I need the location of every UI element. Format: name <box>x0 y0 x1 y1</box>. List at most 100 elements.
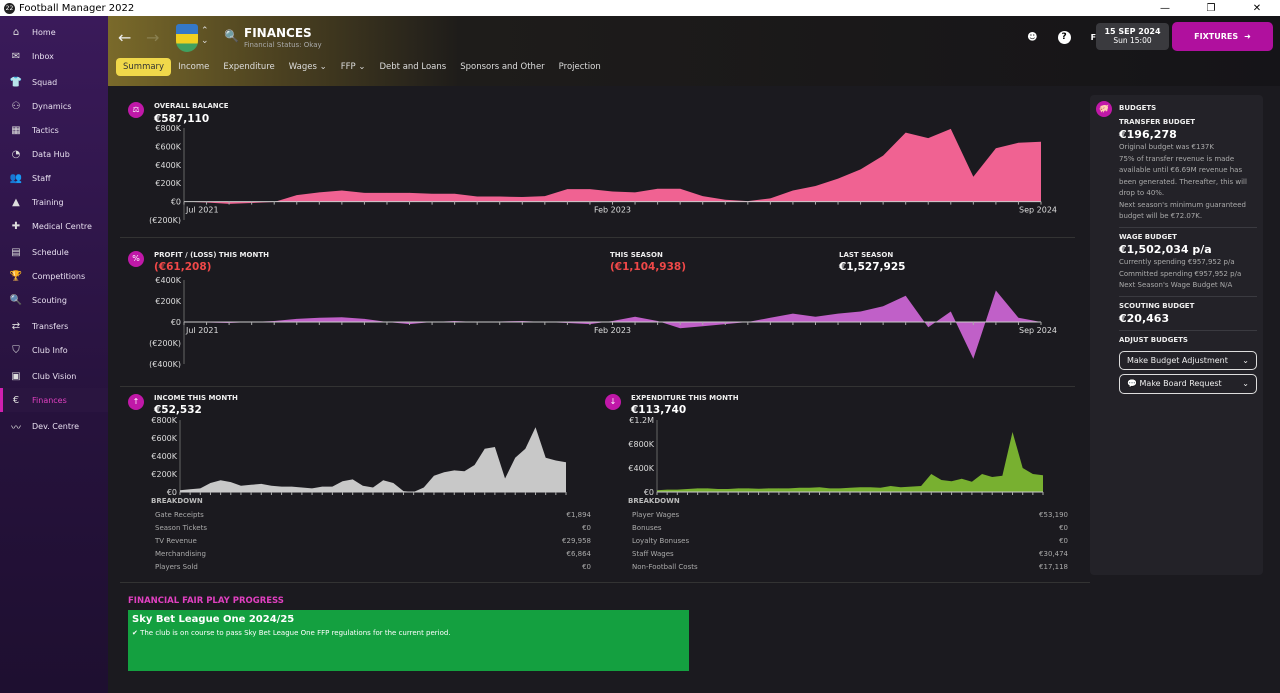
competitions-icon: 🏆 <box>9 270 23 282</box>
button-label: Make Budget Adjustment <box>1127 355 1228 365</box>
sidebar-item-label: Dynamics <box>32 101 72 111</box>
y-tick-label: €0 <box>644 488 654 496</box>
y-tick-label: €0 <box>171 318 181 327</box>
sidebar-item-label: Finances <box>32 395 67 405</box>
sidebar-item-finances[interactable]: € Finances <box>0 388 108 412</box>
sidebar-item-data-hub[interactable]: ◔ Data Hub <box>0 142 108 166</box>
y-tick-label: €1.2M <box>629 416 654 425</box>
sidebar-item-medical-centre[interactable]: ✚ Medical Centre <box>0 214 108 238</box>
breakdown-row: Bonuses €0 <box>628 524 1068 537</box>
last-season-label: LAST SEASON <box>839 251 894 259</box>
breakdown-row: Player Wages €53,190 <box>628 511 1068 524</box>
maximize-button[interactable]: ❐ <box>1188 3 1234 14</box>
sidebar-item-label: Squad <box>32 77 58 87</box>
ffp-competition: Sky Bet League One 2024/25 <box>132 614 295 625</box>
transfer-note: Next season's minimum guaranteed budget … <box>1119 200 1246 221</box>
breakdown-amount: €53,190 <box>1039 511 1068 519</box>
sidebar-item-dev-centre[interactable]: 〰 Dev. Centre <box>0 414 108 438</box>
y-tick-label: €800K <box>628 440 654 449</box>
ffp-title: FINANCIAL FAIR PLAY PROGRESS <box>128 596 284 606</box>
breakdown-item: Loyalty Bonuses <box>632 537 690 545</box>
transfer-budget-value: €196,278 <box>1119 128 1177 141</box>
income-value: €52,532 <box>154 404 202 416</box>
y-tick-label: €400K <box>151 452 177 461</box>
club-info-icon: ⛉ <box>12 344 20 356</box>
sidebar: ⌂ Home ✉ Inbox 👕 Squad ⚇ Dynamics ▦ Tactics ◔ Data … <box>0 16 108 693</box>
tab-expenditure[interactable]: Expenditure <box>216 58 281 76</box>
sidebar-item-label: Training <box>32 197 64 207</box>
y-tick-label: €800K <box>155 124 181 133</box>
globe-icon[interactable]: ☻ <box>1027 32 1037 43</box>
wage-note: Committed spending €957,952 p/a <box>1119 269 1242 278</box>
profit-label: PROFIT / (LOSS) THIS MONTH <box>154 251 269 259</box>
sidebar-item-transfers[interactable]: ⇄ Transfers <box>0 314 108 338</box>
sidebar-item-schedule[interactable]: ▤ Schedule <box>0 240 108 264</box>
tab-sponsors-and-other[interactable]: Sponsors and Other <box>453 58 551 76</box>
club-switch-icon[interactable]: ⌃ ⌄ <box>201 26 209 46</box>
breakdown-item: Non-Football Costs <box>632 563 698 571</box>
profit-chart: €400K €200K €0 (€200K) (€400K) Jul 2021 Feb 20… <box>149 276 1057 368</box>
transfer-note: 75% of transfer revenue is made availabl… <box>1119 154 1247 198</box>
income-area <box>180 427 566 492</box>
club-crest[interactable] <box>176 24 198 52</box>
window-titlebar: 22 Football Manager 2022 — ❐ ✕ <box>0 0 1280 16</box>
financial-status: Financial Status: Okay <box>244 41 322 49</box>
sidebar-item-tactics[interactable]: ▦ Tactics <box>0 118 108 142</box>
sidebar-item-competitions[interactable]: 🏆 Competitions <box>0 264 108 288</box>
date-display[interactable]: 15 SEP 2024 Sun 15:00 <box>1096 23 1169 50</box>
sidebar-item-home[interactable]: ⌂ Home <box>0 20 108 44</box>
close-button[interactable]: ✕ <box>1234 3 1280 14</box>
search-icon[interactable]: 🔍 <box>224 29 239 43</box>
dev-centre-icon: 〰 <box>11 422 21 434</box>
sidebar-item-club-info[interactable]: ⛉ Club Info <box>0 338 108 362</box>
budgets-title: BUDGETS <box>1119 104 1157 112</box>
x-tick-label: Feb 2023 <box>594 326 631 335</box>
sidebar-item-inbox[interactable]: ✉ Inbox <box>0 44 108 68</box>
forward-arrow-icon[interactable]: → <box>146 28 159 47</box>
training-icon: ▲ <box>12 196 20 208</box>
sidebar-item-squad[interactable]: 👕 Squad <box>0 70 108 94</box>
tab-wages[interactable]: Wages ⌄ <box>282 58 334 76</box>
tab-summary[interactable]: Summary <box>116 58 172 76</box>
sidebar-item-scouting[interactable]: 🔍 Scouting <box>0 288 108 312</box>
sidebar-item-label: Staff <box>32 173 51 183</box>
x-tick-label: Sep 2024 <box>1019 326 1057 335</box>
breakdown-row: Players Sold €0 <box>151 563 591 576</box>
sidebar-item-club-vision[interactable]: ▣ Club Vision <box>0 364 108 388</box>
y-tick-label: €600K <box>151 434 177 443</box>
expenditure-label: EXPENDITURE THIS MONTH <box>631 394 739 402</box>
sidebar-item-dynamics[interactable]: ⚇ Dynamics <box>0 94 108 118</box>
sidebar-item-training[interactable]: ▲ Training <box>0 190 108 214</box>
breakdown-item: Players Sold <box>155 563 198 571</box>
sidebar-item-staff[interactable]: 👥 Staff <box>0 166 108 190</box>
breakdown-row: Merchandising €6,864 <box>151 550 591 563</box>
y-tick-label: €200K <box>155 297 181 306</box>
breakdown-amount: €0 <box>1059 524 1068 532</box>
tab-ffp[interactable]: FFP ⌄ <box>334 58 373 76</box>
budget-adjustment-dropdown[interactable]: Make Budget Adjustment ⌄ <box>1119 350 1257 370</box>
sidebar-item-label: Competitions <box>32 271 86 281</box>
back-arrow-icon[interactable]: ← <box>118 28 131 47</box>
budgets-panel: 🐖 BUDGETS TRANSFER BUDGET €196,278 Origi… <box>1090 95 1263 575</box>
x-tick-label: Jul 2021 <box>185 206 219 215</box>
sidebar-item-label: Data Hub <box>32 149 70 159</box>
tab-debt-and-loans[interactable]: Debt and Loans <box>372 58 453 76</box>
y-tick-label: €400K <box>155 161 181 170</box>
wage-note: Next Season's Wage Budget N/A <box>1119 281 1233 289</box>
board-request-dropdown[interactable]: 💬 Make Board Request ⌄ <box>1119 374 1257 394</box>
tab-bar: Summary Income Expenditure Wages ⌄ FFP ⌄ Debt… <box>116 58 608 76</box>
overall-balance-area <box>184 128 1041 204</box>
tab-income[interactable]: Income <box>171 58 216 76</box>
fixtures-button[interactable]: FIXTURES ➜ <box>1172 22 1273 51</box>
minimize-button[interactable]: — <box>1142 3 1188 14</box>
ffp-message: The club is on course to pass Sky Bet Le… <box>140 629 451 637</box>
y-tick-label: €800K <box>151 416 177 425</box>
help-icon[interactable]: ? <box>1057 31 1071 44</box>
tab-projection[interactable]: Projection <box>552 58 608 76</box>
breakdown-amount: €0 <box>582 563 591 571</box>
x-tick-label: Feb 2023 <box>594 206 631 215</box>
ffp-panel: Sky Bet League One 2024/25 ✔ The club is… <box>128 610 689 671</box>
expenditure-breakdown: BREAKDOWN Player Wages €53,190 Bonuses €0 Loy… <box>628 497 1068 576</box>
wage-budget-value: €1,502,034 p/a <box>1119 243 1212 256</box>
breakdown-row: Staff Wages €30,474 <box>628 550 1068 563</box>
